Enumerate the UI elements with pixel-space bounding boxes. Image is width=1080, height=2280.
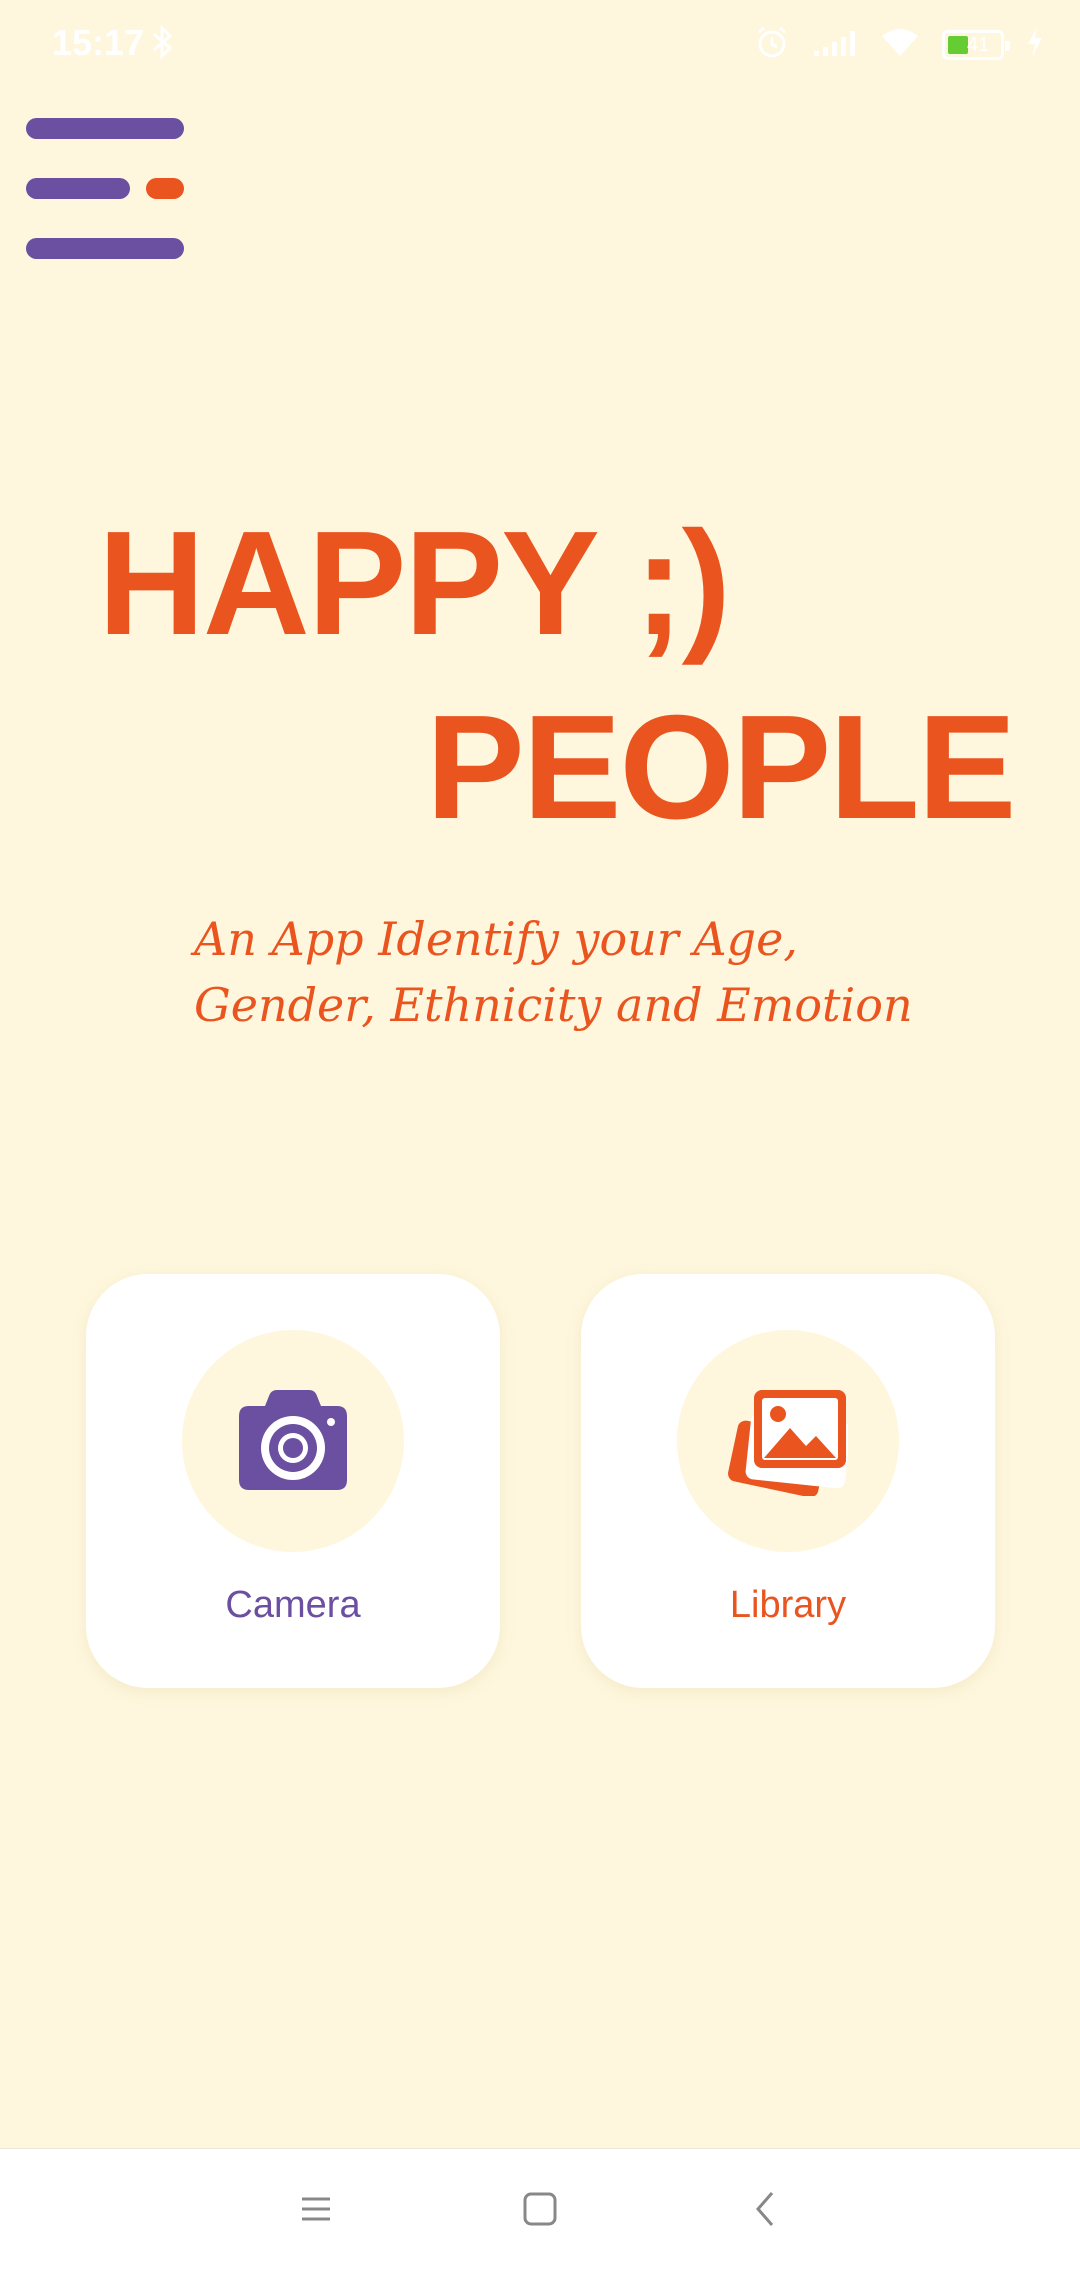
alarm-icon <box>754 24 790 65</box>
home-icon[interactable] <box>520 2189 560 2234</box>
system-nav-bar <box>0 2148 1080 2280</box>
library-label: Library <box>729 1584 847 1626</box>
recents-icon[interactable] <box>296 2189 336 2234</box>
status-time: 15:17 <box>52 22 145 63</box>
camera-icon <box>233 1388 353 1501</box>
signal-icon <box>812 27 858 62</box>
battery-icon: 41 <box>942 29 1010 60</box>
wifi-icon <box>880 26 920 63</box>
camera-label: Camera <box>225 1584 361 1626</box>
charging-icon <box>1026 26 1044 63</box>
library-button[interactable]: Library <box>581 1274 995 1688</box>
hamburger-menu-icon[interactable] <box>26 114 188 260</box>
photo-library-icon <box>728 1388 851 1501</box>
status-bar: 15:17 41 <box>0 0 1080 90</box>
battery-level: 41 <box>967 33 990 56</box>
bluetooth-icon <box>150 24 174 65</box>
camera-button[interactable]: Camera <box>86 1274 500 1688</box>
back-icon[interactable] <box>746 2189 786 2234</box>
library-icon-circle <box>677 1330 899 1552</box>
app-subtitle: An App Identify your Age, Gender, Ethnic… <box>194 912 913 1032</box>
app-title-line1: HAPPY ;) <box>98 501 731 666</box>
camera-icon-circle <box>182 1330 404 1552</box>
app-title-line2: PEOPLE <box>426 685 1016 850</box>
